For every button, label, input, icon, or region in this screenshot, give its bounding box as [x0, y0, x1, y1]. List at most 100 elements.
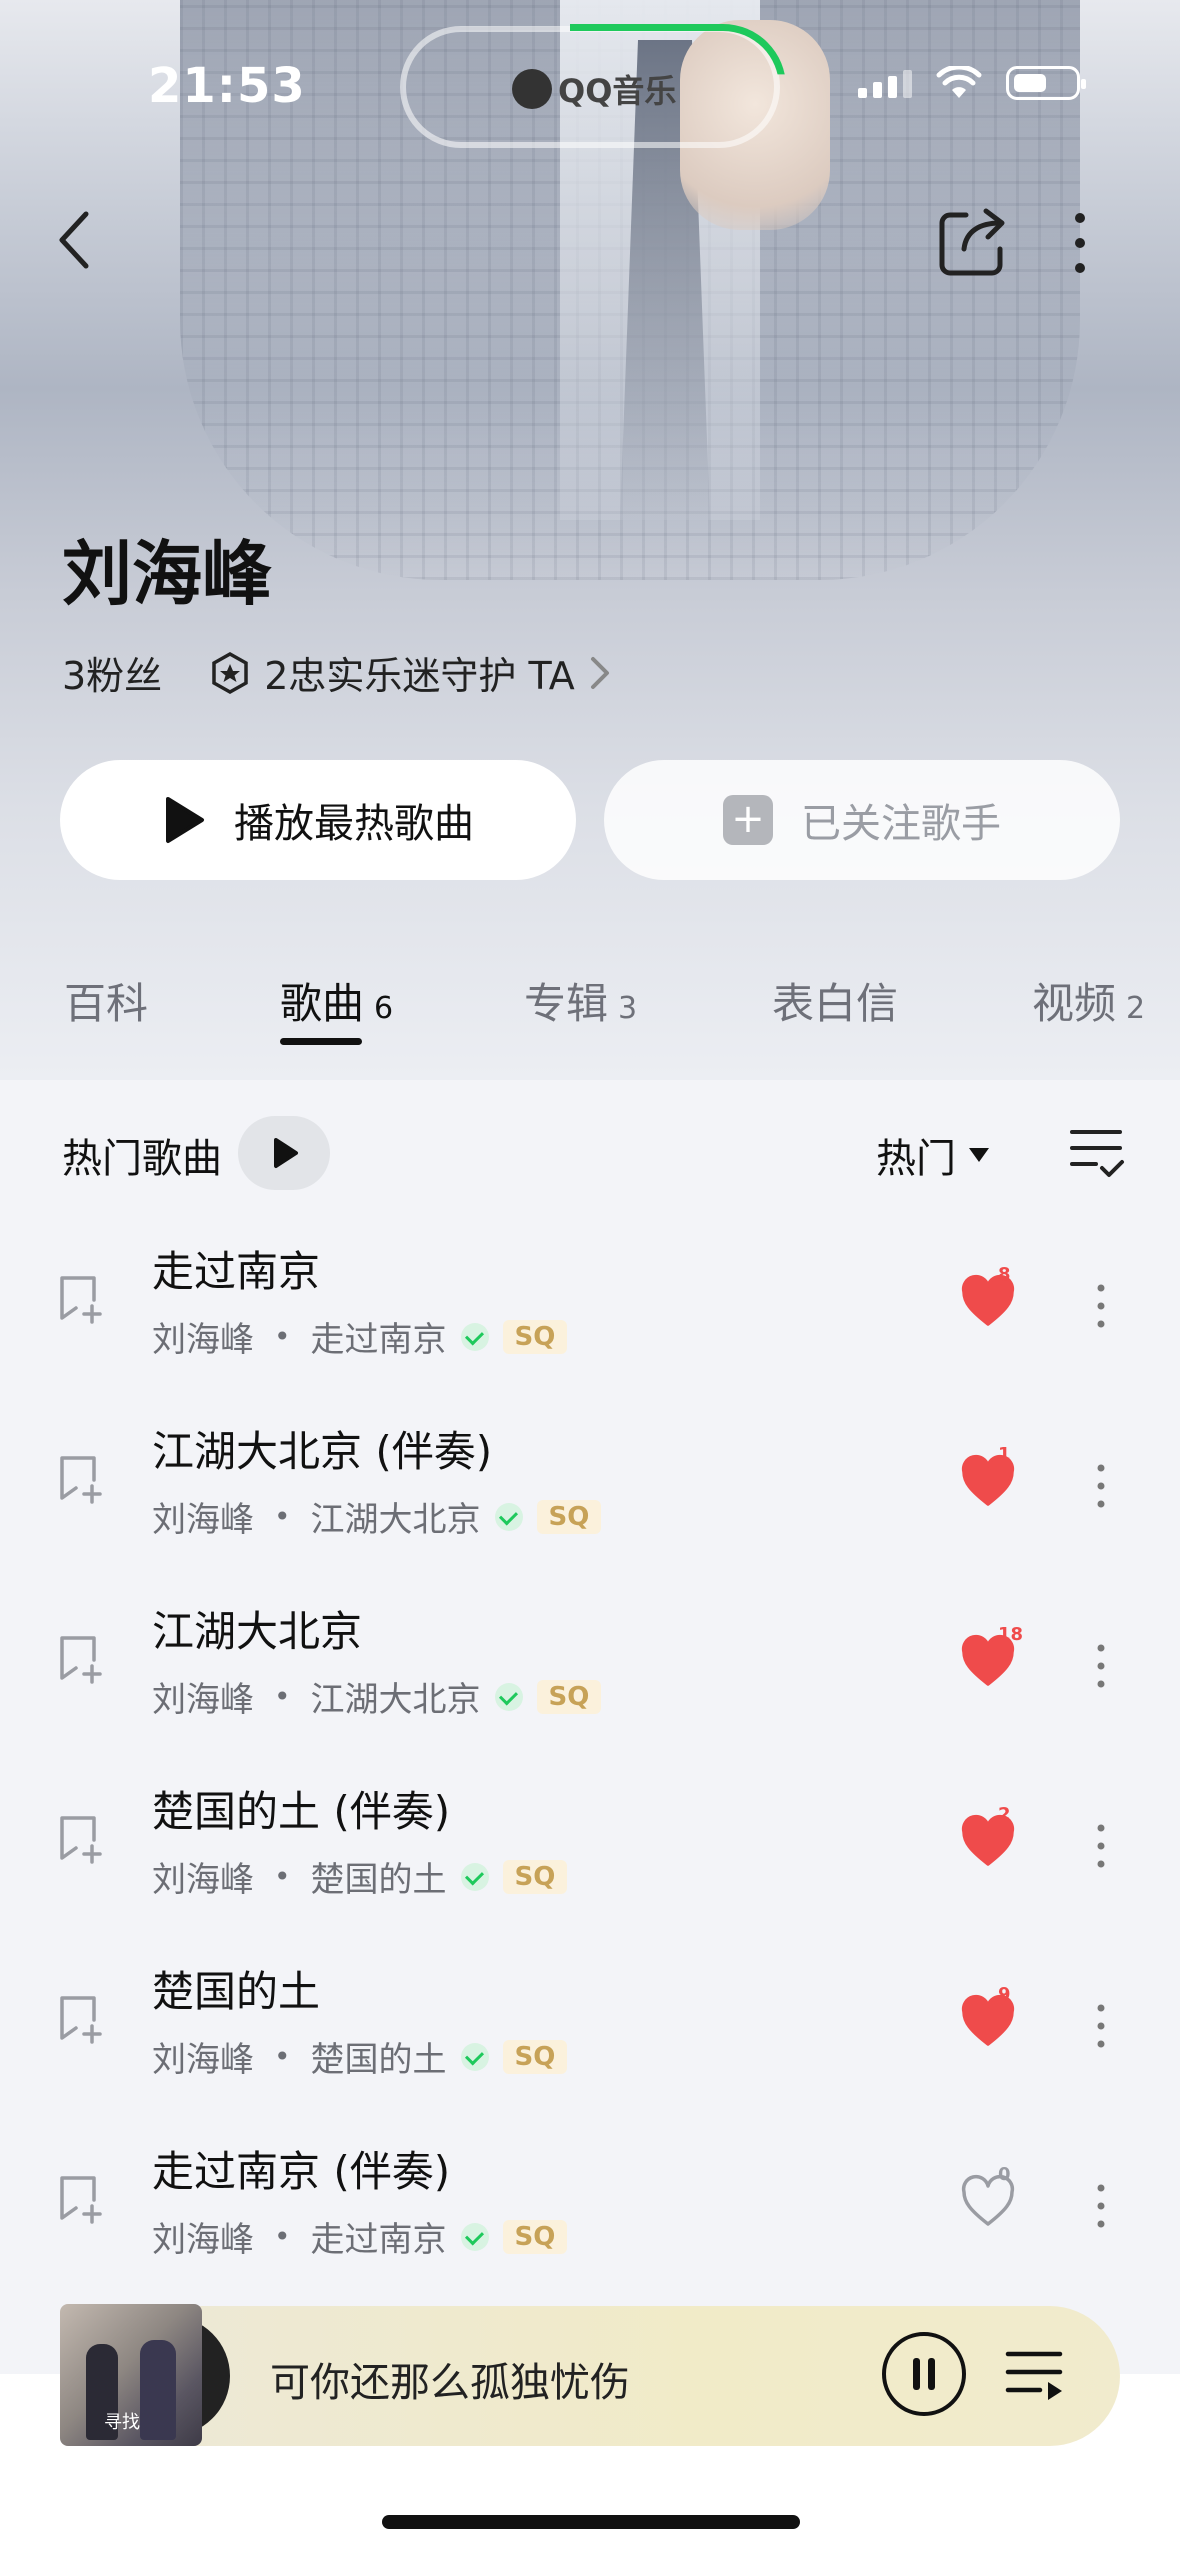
song-title: 走过南京 [152, 1247, 321, 1296]
fans-count[interactable]: 3粉丝 [62, 645, 162, 700]
song-row[interactable]: 楚国的土 刘海峰 • 楚国的土 SQ 9 [0, 1938, 1180, 2118]
more-vertical-icon[interactable] [1086, 1996, 1116, 2056]
downloaded-check-icon [460, 1862, 489, 1891]
cellular-signal-icon [858, 68, 912, 98]
song-artist: 刘海峰 [152, 1860, 254, 1900]
playlist-icon[interactable] [1004, 2344, 1068, 2404]
artist-name: 刘海峰 [62, 533, 272, 615]
add-to-playlist-icon[interactable] [54, 1632, 106, 1684]
home-indicator [382, 2515, 800, 2529]
add-to-playlist-icon[interactable] [54, 1452, 106, 1504]
song-artist: 刘海峰 [152, 2220, 254, 2260]
song-row[interactable]: 楚国的土 (伴奏) 刘海峰 • 楚国的土 SQ 2 [0, 1758, 1180, 1938]
batch-manage-icon[interactable] [1066, 1122, 1126, 1182]
song-album: 楚国的土 [310, 2040, 447, 2080]
hot-songs-title: 热门歌曲 [62, 1136, 222, 1182]
wifi-icon [936, 66, 982, 98]
chevron-right-icon [590, 656, 609, 689]
song-album: 江湖大北京 [310, 1500, 481, 1540]
song-artist: 刘海峰 [152, 2040, 254, 2080]
separator-dot: • [274, 2040, 291, 2073]
song-album: 走过南京 [310, 2220, 447, 2260]
status-icons [858, 66, 1086, 100]
caret-down-icon [969, 1148, 989, 1162]
quality-badge: SQ [536, 1499, 602, 1534]
song-album: 江湖大北京 [310, 1680, 481, 1720]
downloaded-check-icon [460, 1322, 489, 1351]
downloaded-check-icon [494, 1502, 523, 1531]
fan-guard-link[interactable]: 2忠实乐迷守护 TA [208, 645, 613, 700]
add-to-playlist-icon[interactable] [54, 1272, 106, 1324]
song-title: 楚国的土 (伴奏) [152, 1787, 451, 1836]
mini-player-cover[interactable]: 寻找 [60, 2304, 202, 2446]
song-album: 走过南京 [310, 1320, 447, 1360]
more-vertical-icon[interactable] [1086, 1636, 1116, 1696]
song-row[interactable]: 走过南京 刘海峰 • 走过南京 SQ 8 [0, 1218, 1180, 1398]
like-count: 9 [998, 1984, 1011, 2005]
song-artist: 刘海峰 [152, 1680, 254, 1720]
island-app-logo: QQ音乐 [512, 66, 676, 112]
more-vertical-icon[interactable] [1086, 2176, 1116, 2236]
song-row[interactable]: 江湖大北京 (伴奏) 刘海峰 • 江湖大北京 SQ 1 [0, 1398, 1180, 1578]
more-vertical-icon[interactable] [1086, 1816, 1116, 1876]
quality-badge: SQ [502, 1859, 568, 1894]
more-vertical-icon[interactable] [1060, 208, 1100, 278]
guard-text: 2忠实乐迷守护 TA [264, 654, 575, 698]
song-title: 江湖大北京 [152, 1607, 363, 1656]
back-icon[interactable] [44, 200, 104, 280]
play-icon [166, 797, 204, 843]
separator-dot: • [274, 1860, 291, 1893]
share-icon[interactable] [936, 205, 1010, 279]
follow-label: 已关注歌手 [801, 801, 1001, 847]
like-count: 1 [998, 1444, 1011, 1465]
song-subtitle: 刘海峰 • 江湖大北京 SQ [152, 1492, 602, 1541]
sort-label: 热门 [876, 1136, 956, 1182]
more-vertical-icon[interactable] [1086, 1276, 1116, 1336]
song-title: 江湖大北京 (伴奏) [152, 1427, 493, 1476]
play-hot-songs-button[interactable]: 播放最热歌曲 [60, 760, 576, 880]
pause-icon[interactable] [880, 2330, 968, 2418]
tab-songs[interactable]: 歌曲 6 [280, 970, 393, 1031]
add-to-playlist-icon[interactable] [54, 2172, 106, 2224]
like-count: 2 [998, 1804, 1011, 1825]
follow-artist-button[interactable]: + 已关注歌手 [604, 760, 1120, 880]
separator-dot: • [274, 1680, 291, 1713]
play-all-button[interactable] [238, 1116, 330, 1190]
island-app-name: QQ音乐 [558, 72, 677, 110]
play-icon [274, 1138, 298, 1168]
separator-dot: • [274, 1320, 291, 1353]
quality-badge: SQ [502, 2039, 568, 2074]
like-count: 0 [998, 2164, 1011, 2185]
tab-videos[interactable]: 视频 2 [1032, 970, 1145, 1031]
separator-dot: • [274, 1500, 291, 1533]
song-row[interactable]: 走过南京 (伴奏) 刘海峰 • 走过南京 SQ 0 [0, 2118, 1180, 2298]
sort-dropdown[interactable]: 热门 [876, 1126, 990, 1184]
separator-dot: • [274, 2220, 291, 2253]
battery-icon [1006, 66, 1086, 100]
song-title: 走过南京 (伴奏) [152, 2147, 451, 2196]
quality-badge: SQ [502, 1319, 568, 1354]
add-to-playlist-icon[interactable] [54, 1992, 106, 2044]
qq-music-logo-icon [512, 69, 552, 109]
plus-icon: + [723, 795, 773, 845]
downloaded-check-icon [460, 2222, 489, 2251]
tab-love-letters[interactable]: 表白信 [772, 970, 898, 1031]
cover-text: 寻找 [104, 2412, 140, 2433]
play-hot-label: 播放最热歌曲 [234, 801, 474, 847]
add-to-playlist-icon[interactable] [54, 1812, 106, 1864]
song-album: 楚国的土 [310, 1860, 447, 1900]
quality-badge: SQ [502, 2219, 568, 2254]
now-playing-title[interactable]: 可你还那么孤独忧伤 [270, 2350, 630, 2408]
artist-tabs: 百科 歌曲 6 专辑 3 表白信 视频 2 [62, 970, 1162, 1050]
song-row[interactable]: 江湖大北京 刘海峰 • 江湖大北京 SQ 18 [0, 1578, 1180, 1758]
list-header: 热门歌曲 热门 [62, 1116, 1132, 1190]
tab-albums[interactable]: 专辑 3 [524, 970, 637, 1031]
song-artist: 刘海峰 [152, 1500, 254, 1540]
tab-wiki[interactable]: 百科 [64, 970, 148, 1031]
status-time: 21:53 [148, 58, 306, 114]
song-title: 楚国的土 [152, 1967, 321, 2016]
quality-badge: SQ [536, 1679, 602, 1714]
like-count: 8 [998, 1264, 1011, 1285]
more-vertical-icon[interactable] [1086, 1456, 1116, 1516]
song-subtitle: 刘海峰 • 楚国的土 SQ [152, 2032, 568, 2081]
